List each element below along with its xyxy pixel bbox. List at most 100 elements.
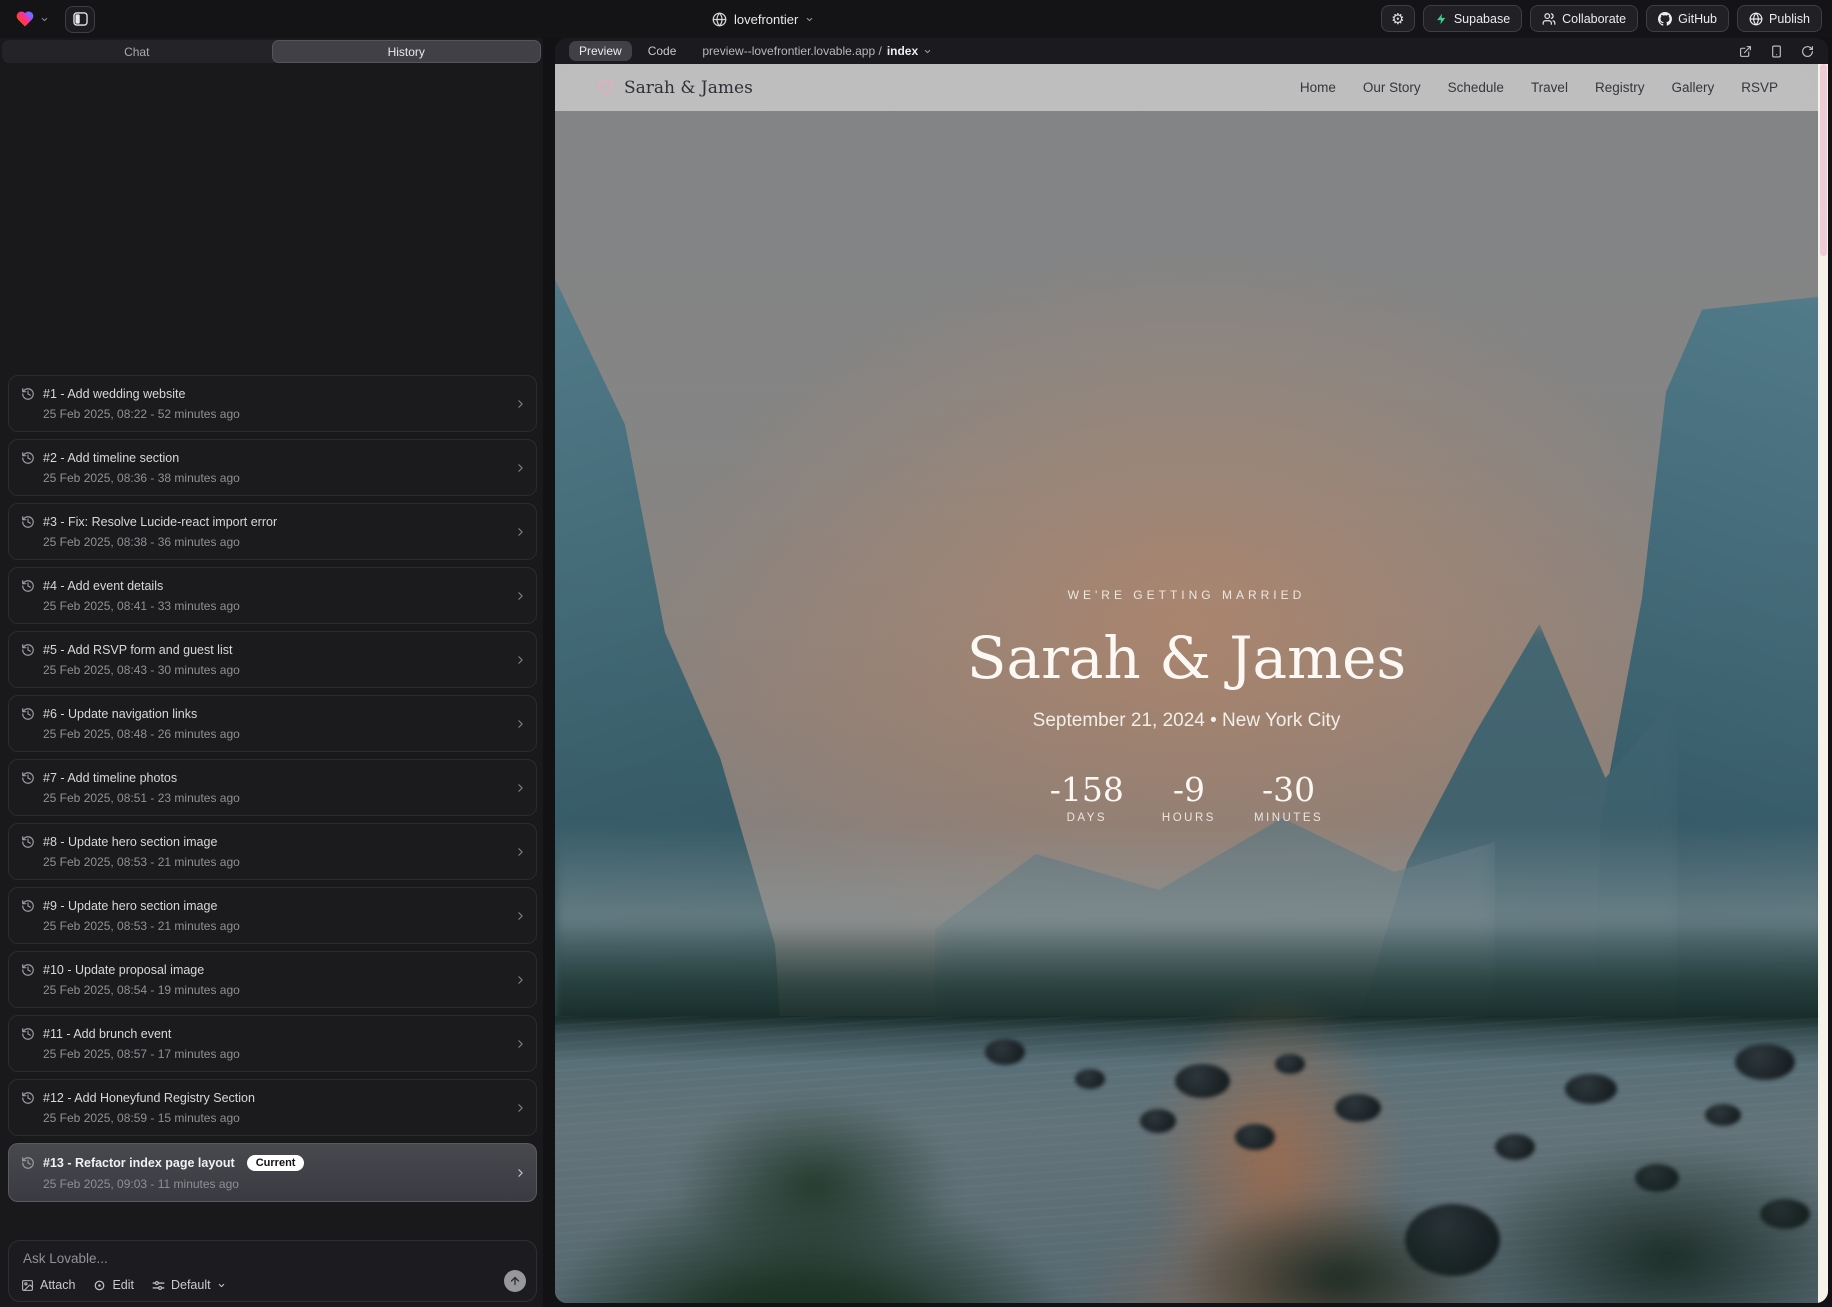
sliders-icon [152, 1279, 165, 1292]
chevron-right-icon[interactable] [514, 1101, 527, 1114]
preview-panel: Preview Code preview--lovefrontier.lovab… [555, 38, 1828, 1303]
history-item[interactable]: #5 - Add RSVP form and guest list 25 Feb… [8, 631, 537, 688]
scrollbar-thumb[interactable] [1820, 64, 1827, 256]
history-item-timestamp: 25 Feb 2025, 08:54 - 19 minutes ago [43, 983, 506, 997]
history-item[interactable]: #9 - Update hero section image 25 Feb 20… [8, 887, 537, 944]
history-item-title: #12 - Add Honeyfund Registry Section [43, 1091, 255, 1105]
history-item[interactable]: #8 - Update hero section image 25 Feb 20… [8, 823, 537, 880]
chevron-right-icon[interactable] [514, 589, 527, 602]
history-item[interactable]: #12 - Add Honeyfund Registry Section 25 … [8, 1079, 537, 1136]
send-button[interactable] [504, 1270, 526, 1292]
gear-icon: ⚙ [1391, 10, 1404, 28]
hero-content: WE'RE GETTING MARRIED Sarah & James Sept… [555, 588, 1818, 824]
history-item[interactable]: #10 - Update proposal image 25 Feb 2025,… [8, 951, 537, 1008]
globe-icon [712, 12, 727, 27]
github-button[interactable]: GitHub [1646, 5, 1729, 32]
tab-code[interactable]: Code [648, 44, 677, 58]
nav-schedule[interactable]: Schedule [1448, 80, 1504, 95]
chevron-right-icon[interactable] [514, 973, 527, 986]
nav-gallery[interactable]: Gallery [1671, 80, 1714, 95]
users-icon [1542, 12, 1556, 26]
open-in-new-tab-icon[interactable] [1739, 45, 1752, 58]
mobile-view-icon[interactable] [1770, 45, 1783, 58]
restore-history-icon [21, 771, 35, 785]
countdown: -158 DAYS -9 HOURS -30 MINUTES [555, 770, 1818, 824]
project-name: lovefrontier [734, 12, 798, 27]
restore-history-icon [21, 579, 35, 593]
tab-chat[interactable]: Chat [2, 40, 272, 63]
nav-rsvp[interactable]: RSVP [1741, 80, 1778, 95]
preview-url-base: preview--lovefrontier.lovable.app / [702, 44, 881, 58]
chat-composer: Attach Edit Default [8, 1240, 537, 1302]
history-item-timestamp: 25 Feb 2025, 08:53 - 21 minutes ago [43, 919, 506, 933]
edit-button[interactable]: Edit [93, 1278, 134, 1292]
site-scrollbar[interactable] [1818, 64, 1828, 1303]
publish-label: Publish [1769, 12, 1810, 26]
preview-url[interactable]: preview--lovefrontier.lovable.app / inde… [702, 44, 932, 58]
history-item-timestamp: 25 Feb 2025, 09:03 - 11 minutes ago [43, 1177, 506, 1191]
project-switcher[interactable]: lovefrontier [712, 0, 814, 38]
site-brand[interactable]: Sarah & James [597, 78, 753, 98]
lovable-logo-menu[interactable] [14, 9, 49, 29]
chevron-right-icon[interactable] [514, 461, 527, 474]
history-item-timestamp: 25 Feb 2025, 08:41 - 33 minutes ago [43, 599, 506, 613]
countdown-minutes-value: -30 [1254, 770, 1323, 809]
sidebar-tabs: Chat History [2, 40, 541, 63]
collaborate-button[interactable]: Collaborate [1530, 5, 1638, 32]
supabase-button[interactable]: Supabase [1423, 5, 1522, 32]
sidebar-toggle-button[interactable] [65, 6, 95, 33]
refresh-icon[interactable] [1801, 45, 1814, 58]
chevron-right-icon[interactable] [514, 717, 527, 730]
nav-registry[interactable]: Registry [1595, 80, 1645, 95]
history-item-timestamp: 25 Feb 2025, 08:59 - 15 minutes ago [43, 1111, 506, 1125]
github-label: GitHub [1678, 12, 1717, 26]
history-item-title: #5 - Add RSVP form and guest list [43, 643, 232, 657]
chevron-right-icon[interactable] [514, 845, 527, 858]
history-item[interactable]: #6 - Update navigation links 25 Feb 2025… [8, 695, 537, 752]
countdown-minutes: -30 MINUTES [1254, 770, 1323, 824]
collaborate-label: Collaborate [1562, 12, 1626, 26]
site-brand-name: Sarah & James [624, 78, 753, 98]
restore-history-icon [21, 835, 35, 849]
mode-label: Default [171, 1278, 211, 1292]
nav-our-story[interactable]: Our Story [1363, 80, 1421, 95]
tab-preview[interactable]: Preview [569, 41, 632, 61]
chevron-right-icon[interactable] [514, 1037, 527, 1050]
chevron-right-icon[interactable] [514, 525, 527, 538]
chevron-right-icon[interactable] [514, 397, 527, 410]
chevron-right-icon[interactable] [514, 653, 527, 666]
hero-eyebrow: WE'RE GETTING MARRIED [555, 588, 1818, 602]
history-item-title: #4 - Add event details [43, 579, 163, 593]
countdown-days-value: -158 [1050, 770, 1124, 809]
chevron-down-icon [805, 15, 814, 24]
chat-history-sidebar: Chat History #1 - Add wedding website [0, 38, 543, 1307]
history-item-title: #6 - Update navigation links [43, 707, 197, 721]
tab-history[interactable]: History [272, 40, 542, 63]
history-item[interactable]: #3 - Fix: Resolve Lucide-react import er… [8, 503, 537, 560]
chevron-down-icon [40, 15, 49, 24]
history-item[interactable]: #13 - Refactor index page layout Current… [8, 1143, 537, 1202]
countdown-hours: -9 HOURS [1162, 770, 1216, 824]
ask-lovable-input[interactable] [23, 1251, 493, 1273]
history-item[interactable]: #11 - Add brunch event 25 Feb 2025, 08:5… [8, 1015, 537, 1072]
panel-layout-icon [73, 12, 88, 26]
history-item[interactable]: #1 - Add wedding website 25 Feb 2025, 08… [8, 375, 537, 432]
mode-selector[interactable]: Default [152, 1278, 226, 1292]
settings-button[interactable]: ⚙ [1381, 5, 1415, 32]
chevron-right-icon[interactable] [514, 781, 527, 794]
chevron-right-icon[interactable] [514, 909, 527, 922]
globe-icon [1749, 12, 1763, 26]
nav-home[interactable]: Home [1300, 80, 1336, 95]
publish-button[interactable]: Publish [1737, 5, 1822, 32]
restore-history-icon [21, 1156, 35, 1170]
history-item[interactable]: #4 - Add event details 25 Feb 2025, 08:4… [8, 567, 537, 624]
site-nav: Home Our Story Schedule Travel Registry … [1300, 80, 1778, 95]
history-item[interactable]: #2 - Add timeline section 25 Feb 2025, 0… [8, 439, 537, 496]
preview-url-page: index [887, 44, 918, 58]
chevron-right-icon[interactable] [514, 1166, 527, 1179]
history-item-title: #1 - Add wedding website [43, 387, 185, 401]
history-item-title: #10 - Update proposal image [43, 963, 204, 977]
attach-button[interactable]: Attach [21, 1278, 75, 1292]
history-item[interactable]: #7 - Add timeline photos 25 Feb 2025, 08… [8, 759, 537, 816]
nav-travel[interactable]: Travel [1531, 80, 1568, 95]
